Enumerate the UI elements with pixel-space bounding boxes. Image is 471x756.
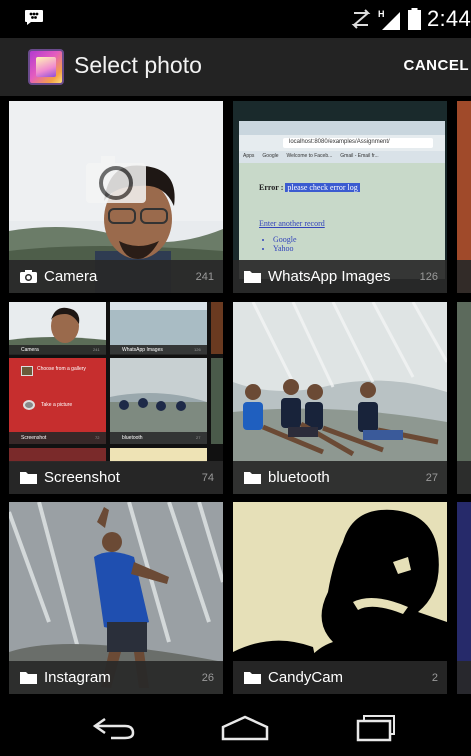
back-button[interactable]	[86, 711, 142, 745]
svg-text:H: H	[378, 9, 385, 19]
folder-icon	[244, 672, 261, 684]
album-bar	[457, 461, 471, 494]
folder-icon	[244, 472, 261, 484]
bookmark-item: Google	[262, 153, 279, 159]
album-tile-camera[interactable]: Camera 241	[9, 101, 223, 293]
album-grid: Camera 241 localhost:8080/examples/Assig…	[0, 96, 471, 701]
error-text: please check error log	[285, 183, 360, 192]
album-tile-instagram[interactable]: Instagram 26	[9, 502, 223, 694]
album-name: Camera	[44, 268, 98, 285]
bookmark-item: Welcome to Faceb...	[286, 153, 333, 159]
page-title: Select photo	[74, 52, 202, 78]
dialog-option: Choose from a gallery	[37, 366, 86, 372]
folder-icon	[20, 472, 37, 484]
album-tile-candycam[interactable]: CandyCam 2	[233, 502, 447, 694]
error-line: Error : please check error log	[259, 183, 360, 192]
album-name: Screenshot	[44, 469, 120, 486]
album-name: bluetooth	[268, 469, 330, 486]
mini-album-count: 241	[93, 347, 100, 352]
mini-album-count: 27	[196, 435, 201, 440]
recents-icon	[356, 715, 395, 742]
gallery-icon	[21, 366, 33, 376]
another-record-link: Enter another record	[259, 219, 325, 228]
photo-editor-app-icon	[28, 49, 64, 85]
bookmark-item: Apps	[243, 153, 255, 159]
album-count: 241	[195, 271, 214, 283]
folder-icon	[20, 672, 37, 684]
album-tile-partial[interactable]	[457, 502, 471, 694]
album-count: 26	[201, 672, 214, 684]
album-tile-whatsapp-images[interactable]: localhost:8080/examples/Assignment/ Apps…	[233, 101, 447, 293]
bbm-notification-icon	[25, 10, 43, 25]
back-icon	[92, 717, 135, 740]
mini-album-name: bluetooth	[122, 435, 143, 441]
error-label: Error :	[259, 183, 284, 192]
sync-icon	[351, 9, 371, 29]
album-tile-partial[interactable]	[457, 101, 471, 293]
home-button[interactable]	[217, 711, 273, 745]
clock: 2:44	[426, 6, 471, 31]
mini-album-name: Camera	[21, 347, 39, 353]
navigation-bar	[0, 701, 471, 756]
signal-icon: H	[378, 9, 400, 30]
album-count: 74	[201, 472, 214, 484]
album-tile-partial[interactable]	[457, 302, 471, 494]
album-tile-bluetooth[interactable]: bluetooth 27	[233, 302, 447, 494]
album-count: 126	[419, 271, 438, 283]
album-name: CandyCam	[268, 669, 344, 686]
cancel-button[interactable]: CANCEL	[404, 57, 470, 74]
camera-option-icon	[23, 400, 35, 410]
mini-album-name: Screenshot	[21, 435, 47, 441]
home-icon	[221, 715, 269, 741]
status-bar: H 2:44	[0, 0, 471, 38]
recents-button[interactable]	[348, 711, 404, 745]
album-count: 2	[431, 672, 438, 684]
list-item: Google	[273, 235, 297, 244]
battery-icon	[407, 8, 421, 30]
camera-icon	[20, 270, 37, 283]
browser-bookmarks: Apps Google Welcome to Faceb... Gmail - …	[243, 153, 379, 159]
mini-album-count: 126	[194, 347, 201, 352]
album-bar	[9, 260, 223, 293]
list-item: Yahoo	[273, 244, 297, 253]
bookmark-item: Gmail - Email fr...	[340, 153, 379, 159]
album-bar	[457, 661, 471, 694]
album-bar	[457, 260, 471, 293]
dialog-option: Take a picture	[41, 402, 73, 408]
album-bar	[9, 661, 223, 694]
action-bar: Select photo CANCEL	[0, 38, 471, 96]
album-name: WhatsApp Images	[268, 268, 391, 285]
album-name: Instagram	[44, 669, 111, 686]
album-bar	[233, 461, 447, 494]
mini-album-name: WhatsApp Images	[122, 347, 163, 353]
mini-album-count: 72	[95, 435, 100, 440]
album-tile-screenshot[interactable]: Choose from a gallery Take a picture Cam…	[9, 302, 223, 494]
browser-url: localhost:8080/examples/Assignment/	[289, 139, 390, 145]
result-list: Google Yahoo	[273, 235, 297, 253]
album-count: 27	[425, 472, 438, 484]
folder-icon	[244, 271, 261, 283]
